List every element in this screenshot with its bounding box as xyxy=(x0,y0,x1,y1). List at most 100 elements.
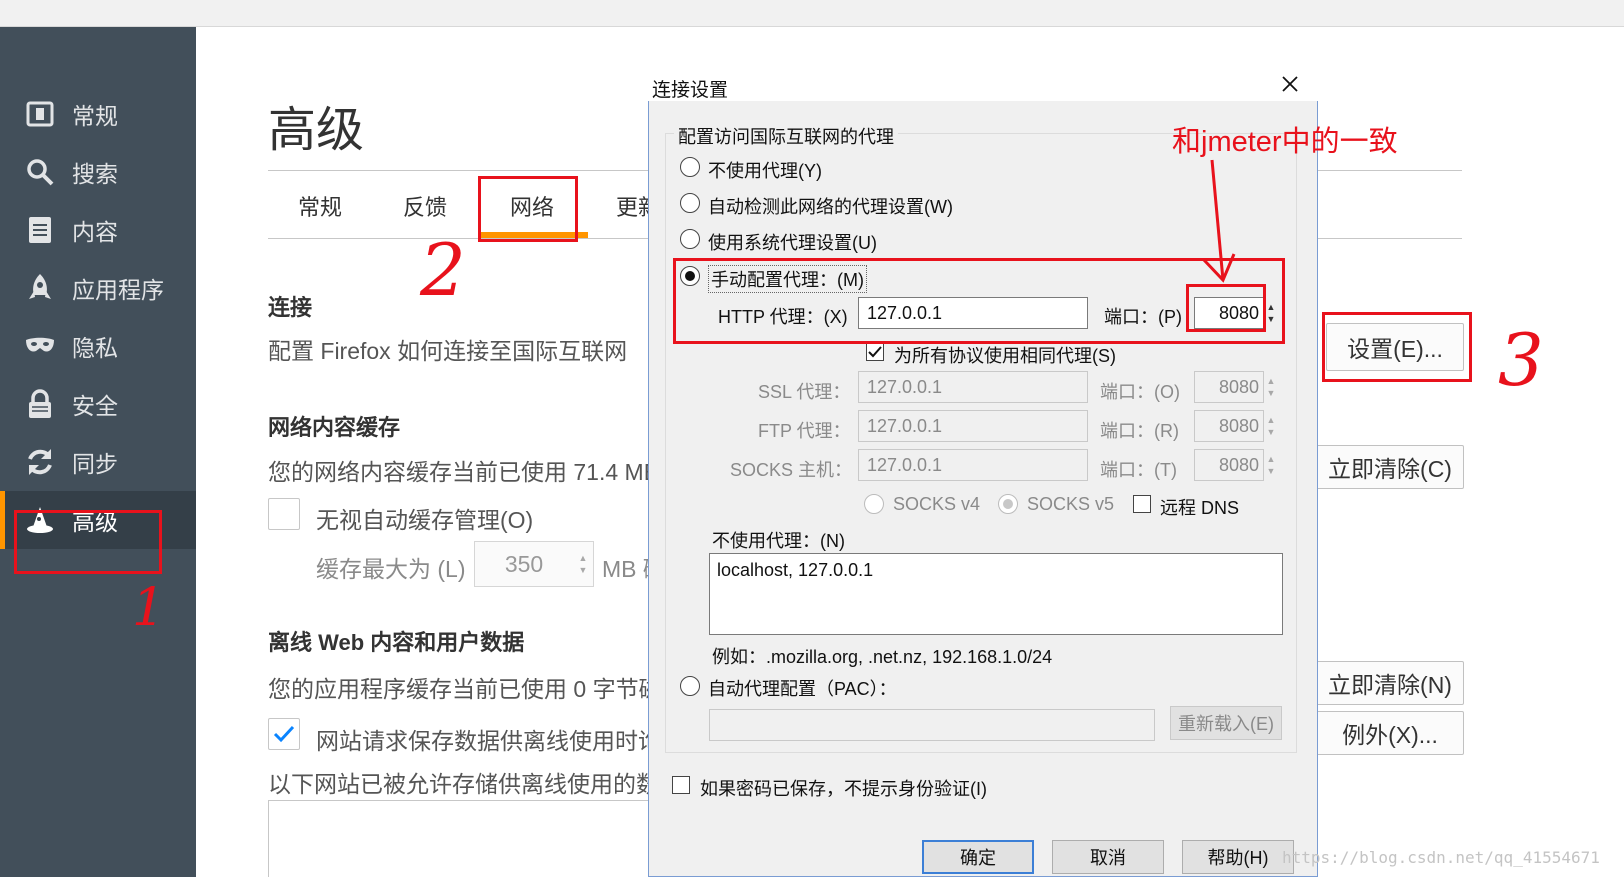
clear-cache-button[interactable]: 立即清除(C) xyxy=(1316,445,1464,489)
sidebar-item-label: 同步 xyxy=(72,451,118,477)
radio-selected-dot xyxy=(1003,499,1013,509)
sidebar-item-search[interactable]: 搜索 xyxy=(0,143,196,201)
cache-limit-stepper[interactable]: 350 ▲ ▼ xyxy=(474,541,594,587)
pac-url-input[interactable] xyxy=(709,709,1155,741)
override-cache-label: 无视自动缓存管理(O) xyxy=(316,507,534,533)
offline-notify-label: 网站请求保存数据供离线使用时询问我(T) xyxy=(316,728,648,754)
tab-update[interactable]: 更新 xyxy=(616,190,648,222)
radio-pac[interactable] xyxy=(680,676,700,696)
annotation-box-network-tab xyxy=(478,176,578,242)
radio-socks-v5[interactable] xyxy=(998,494,1018,514)
ssl-proxy-input[interactable]: 127.0.0.1 xyxy=(858,371,1088,403)
ssl-port-input[interactable]: 8080 xyxy=(1194,371,1264,403)
offline-exceptions-button[interactable]: 例外(X)... xyxy=(1316,711,1464,755)
mask-icon xyxy=(24,330,56,362)
connection-description: 配置 Firefox 如何连接至国际互联网 xyxy=(268,338,628,364)
sidebar-item-content[interactable]: 内容 xyxy=(0,201,196,259)
ok-button[interactable]: 确定 xyxy=(922,840,1034,874)
sidebar-item-privacy[interactable]: 隐私 xyxy=(0,317,196,375)
sync-icon xyxy=(24,446,56,478)
no-prompt-auth-label: 如果密码已保存，不提示身份验证(I) xyxy=(700,779,987,799)
cancel-button[interactable]: 取消 xyxy=(1052,840,1164,874)
annotation-box-advanced xyxy=(14,510,162,574)
socks-v5-label: SOCKS v5 xyxy=(1027,494,1115,514)
radio-system-proxy[interactable] xyxy=(680,229,700,249)
socks-v4-label: SOCKS v4 xyxy=(893,494,981,514)
offline-allowed-label: 以下网站已被允许存储供离线使用的数据： xyxy=(268,771,648,797)
annotation-arrow-icon xyxy=(1202,159,1236,283)
override-cache-checkbox[interactable] xyxy=(268,498,300,530)
clear-offline-button[interactable]: 立即清除(N) xyxy=(1316,661,1464,705)
annotation-step-1: 1 xyxy=(132,578,166,638)
annotation-step-3: 3 xyxy=(1498,318,1544,402)
socks-port-stepper-icon[interactable]: ▲ ▼ xyxy=(1264,449,1278,481)
ssl-proxy-label: SSL 代理： xyxy=(758,382,851,402)
sidebar-item-security[interactable]: 安全 xyxy=(0,375,196,433)
annotation-note: 和jmeter中的一致 xyxy=(1172,126,1398,158)
annotation-box-port xyxy=(1186,284,1266,332)
page-title: 高级 xyxy=(268,104,365,157)
offline-description: 您的应用程序缓存当前已使用 0 字节磁盘空间 xyxy=(268,676,648,702)
sidebar-item-label: 搜索 xyxy=(72,161,118,187)
no-prompt-auth-checkbox[interactable] xyxy=(672,776,690,794)
connection-heading: 连接 xyxy=(268,295,313,320)
same-proxy-label: 为所有协议使用相同代理(S) xyxy=(894,346,1116,366)
radio-socks-v4[interactable] xyxy=(864,494,884,514)
cache-limit-unit: MB 磁盘空间 xyxy=(602,556,648,582)
dialog-title-bar xyxy=(648,65,1318,101)
cache-limit-label: 缓存最大为 (L) xyxy=(316,556,466,582)
offline-sites-list[interactable] xyxy=(268,800,658,877)
sidebar: 常规 搜索 内容 应用程序 隐私 安全 同步 高级 xyxy=(0,27,196,877)
remote-dns-label: 远程 DNS xyxy=(1160,498,1240,518)
lock-icon xyxy=(24,388,56,420)
search-icon xyxy=(24,156,56,188)
sidebar-item-label: 隐私 xyxy=(72,335,118,361)
checkmark-icon xyxy=(868,346,882,358)
stepper-arrows-icon[interactable]: ▲ ▼ xyxy=(573,552,593,576)
dialog-title: 连接设置 xyxy=(652,80,729,101)
help-button[interactable]: 帮助(H) xyxy=(1182,840,1294,874)
general-icon xyxy=(24,98,56,130)
document-icon xyxy=(24,214,56,246)
socks-port-input[interactable]: 8080 xyxy=(1194,449,1264,481)
sidebar-item-sync[interactable]: 同步 xyxy=(0,433,196,491)
no-proxy-example: 例如：.mozilla.org, .net.nz, 192.168.1.0/24 xyxy=(712,647,1053,667)
offline-notify-checkbox[interactable] xyxy=(268,718,300,750)
cache-limit-value: 350 xyxy=(504,550,544,577)
ftp-proxy-label: FTP 代理： xyxy=(758,421,851,441)
reload-pac-button[interactable]: 重新载入(E) xyxy=(1170,706,1282,740)
radio-auto-detect[interactable] xyxy=(680,193,700,213)
rocket-icon xyxy=(24,272,56,304)
no-proxy-label: 不使用代理(Y) xyxy=(708,161,822,181)
cache-heading: 网络内容缓存 xyxy=(268,415,401,440)
annotation-box-settings-button xyxy=(1322,312,1472,382)
radio-no-proxy[interactable] xyxy=(680,157,700,177)
sidebar-item-applications[interactable]: 应用程序 xyxy=(0,259,196,317)
ftp-port-label: 端口：(R) xyxy=(1100,421,1179,441)
sidebar-item-label: 内容 xyxy=(72,219,118,245)
close-icon[interactable] xyxy=(1276,70,1304,98)
ftp-port-input[interactable]: 8080 xyxy=(1194,410,1264,442)
annotation-step-2: 2 xyxy=(420,228,466,312)
socks-host-input[interactable]: 127.0.0.1 xyxy=(858,449,1088,481)
auto-detect-label: 自动检测此网络的代理设置(W) xyxy=(708,197,953,217)
ftp-port-stepper-icon[interactable]: ▲ ▼ xyxy=(1264,410,1278,442)
pac-label: 自动代理配置（PAC）： xyxy=(708,679,897,699)
tab-general[interactable]: 常规 xyxy=(298,190,342,222)
ssl-port-stepper-icon[interactable]: ▲ ▼ xyxy=(1264,371,1278,403)
socks-port-label: 端口：(T) xyxy=(1100,460,1177,480)
sidebar-item-label: 应用程序 xyxy=(72,277,164,303)
sidebar-item-general[interactable]: 常规 xyxy=(0,85,196,143)
no-proxy-for-label: 不使用代理：(N) xyxy=(712,531,845,551)
tab-feedback[interactable]: 反馈 xyxy=(403,190,447,222)
same-proxy-checkbox[interactable] xyxy=(866,343,884,361)
cache-description: 您的网络内容缓存当前已使用 71.4 MB 磁盘空间 xyxy=(268,459,648,485)
remote-dns-checkbox[interactable] xyxy=(1133,495,1151,513)
no-proxy-for-textarea[interactable]: localhost, 127.0.0.1 xyxy=(709,553,1283,635)
window-top-bar xyxy=(0,0,1624,27)
proxy-group-label: 配置访问国际互联网的代理 xyxy=(674,123,898,149)
checkmark-icon xyxy=(273,725,295,743)
sidebar-item-label: 安全 xyxy=(72,393,118,419)
sidebar-item-label: 常规 xyxy=(72,103,118,129)
ftp-proxy-input[interactable]: 127.0.0.1 xyxy=(858,410,1088,442)
